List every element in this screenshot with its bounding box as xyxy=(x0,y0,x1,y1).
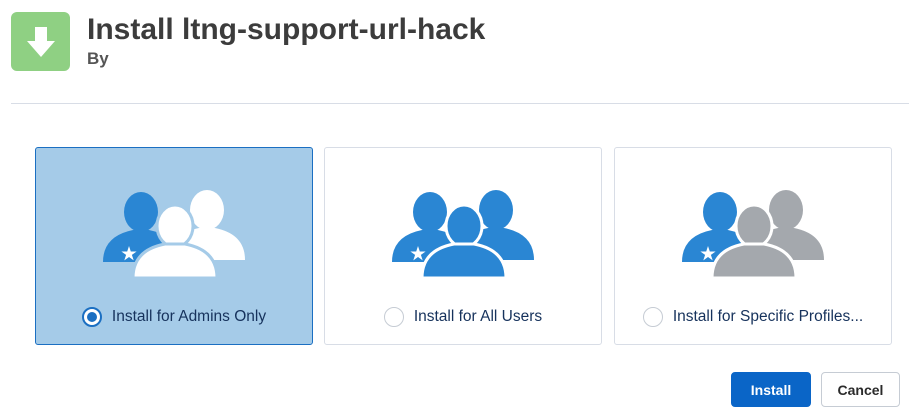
cancel-button[interactable]: Cancel xyxy=(821,372,900,407)
install-button[interactable]: Install xyxy=(731,372,811,407)
radio-specific-profiles[interactable] xyxy=(642,307,663,327)
page-title: Install ltng-support-url-hack xyxy=(87,13,486,46)
radio-selected-dot xyxy=(86,312,97,322)
download-arrow-icon xyxy=(11,12,70,71)
option-admins-only[interactable]: Install for Admins Only xyxy=(35,147,313,345)
install-package-dialog: Install ltng-support-url-hack By Install… xyxy=(0,0,912,418)
option-label-specific-profiles: Install for Specific Profiles... xyxy=(672,308,864,325)
header-divider xyxy=(11,103,909,104)
radio-admins-only[interactable] xyxy=(81,307,102,327)
publisher-byline: By xyxy=(87,49,109,68)
radio-all-users[interactable] xyxy=(383,307,404,327)
option-label-admins-only: Install for Admins Only xyxy=(111,308,267,325)
option-all-users[interactable]: Install for All Users xyxy=(324,147,602,345)
option-label-all-users: Install for All Users xyxy=(413,308,543,325)
all-users-icon xyxy=(392,190,534,280)
specific-profiles-icon xyxy=(682,190,824,280)
option-specific-profiles[interactable]: Install for Specific Profiles... xyxy=(614,147,892,345)
admin-users-icon xyxy=(103,190,245,280)
